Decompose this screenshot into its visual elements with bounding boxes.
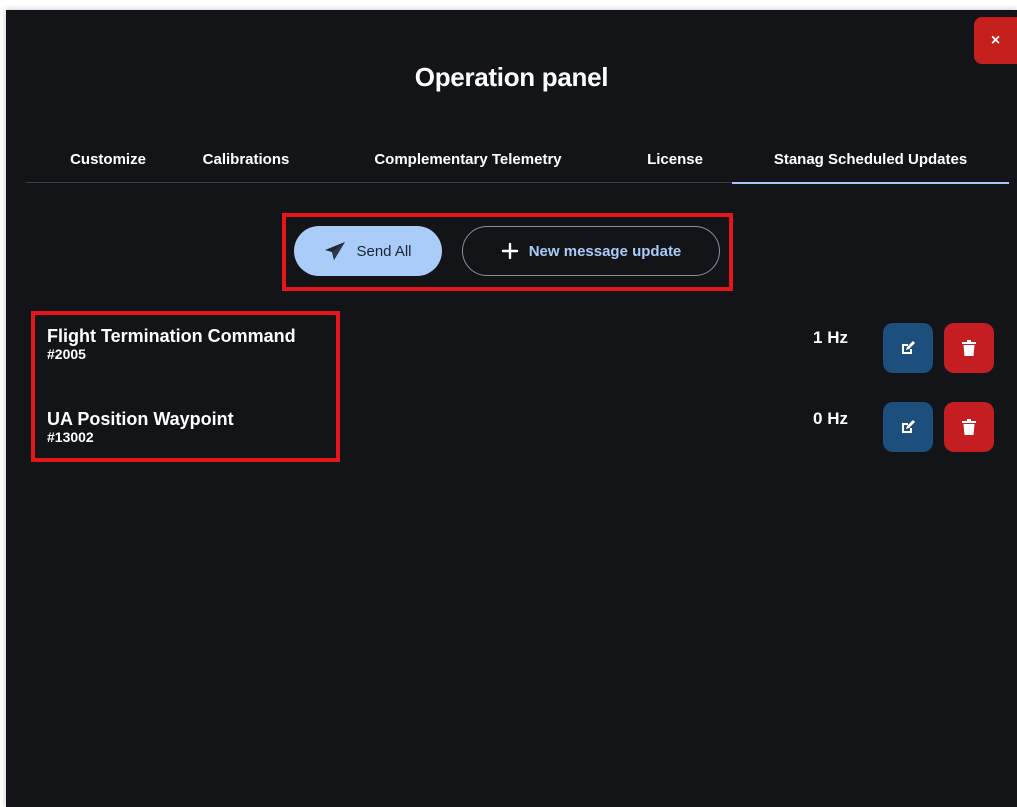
message-frequency: 0 Hz: [813, 409, 848, 428]
delete-button[interactable]: [944, 402, 994, 452]
tab-customize[interactable]: Customize: [44, 136, 172, 182]
send-all-label: Send All: [356, 242, 412, 260]
tab-bar: Customize Calibrations Complementary Tel…: [26, 136, 1009, 184]
edit-icon: [900, 419, 916, 435]
trash-icon: [962, 340, 976, 356]
close-button[interactable]: ×: [974, 17, 1017, 64]
delete-button[interactable]: [944, 323, 994, 373]
plus-icon: [501, 242, 519, 260]
close-icon: ×: [990, 31, 1001, 49]
edit-button[interactable]: [883, 402, 933, 452]
message-item: UA Position Waypoint #13002: [47, 409, 234, 445]
message-name: Flight Termination Command: [47, 326, 296, 346]
message-id: #13002: [47, 429, 94, 445]
paper-plane-icon: [324, 241, 346, 261]
tab-license[interactable]: License: [620, 136, 730, 182]
dialog-title: Operation panel: [414, 62, 609, 92]
trash-icon: [962, 419, 976, 435]
edit-icon: [900, 340, 916, 356]
tab-complementary-telemetry[interactable]: Complementary Telemetry: [348, 136, 588, 182]
tab-stanag-scheduled-updates[interactable]: Stanag Scheduled Updates: [732, 136, 1009, 184]
new-message-update-button[interactable]: New message update: [462, 226, 720, 276]
tab-calibrations[interactable]: Calibrations: [172, 136, 320, 182]
message-frequency: 1 Hz: [813, 328, 848, 347]
send-all-button[interactable]: Send All: [294, 226, 442, 276]
message-item: Flight Termination Command #2005: [47, 326, 296, 362]
new-message-update-label: New message update: [528, 242, 682, 260]
edit-button[interactable]: [883, 323, 933, 373]
message-id: #2005: [47, 346, 86, 362]
message-name: UA Position Waypoint: [47, 409, 234, 429]
